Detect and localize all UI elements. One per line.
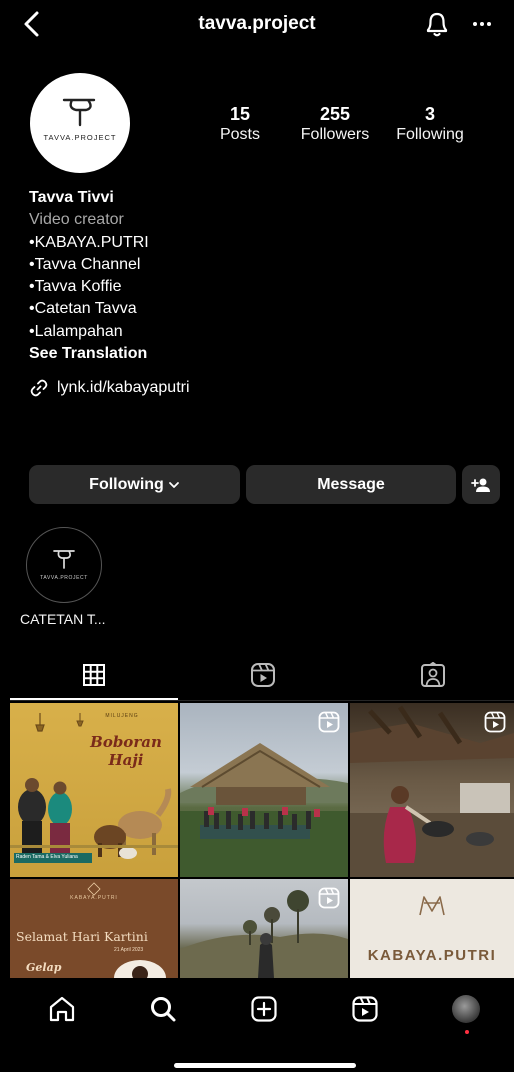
followers-value: 255 (319, 104, 351, 124)
tavva-logo (62, 98, 96, 127)
message-button[interactable]: Message (246, 465, 456, 504)
grid-post[interactable]: MILUJENG Boboran Haji Raden Tama & Elva … (10, 703, 178, 877)
bio-link-text: lynk.id/kabayaputri (57, 379, 190, 396)
profile-avatar[interactable]: TAVVA.PROJECT (30, 73, 130, 173)
avatar-logo-text: TAVVA.PROJECT (43, 133, 117, 142)
tagged-person-icon (421, 662, 445, 687)
reel-indicator-icon (318, 711, 340, 733)
nav-home[interactable] (45, 992, 79, 1026)
see-translation-link[interactable]: See Translation (29, 343, 149, 365)
reels-icon (352, 996, 378, 1022)
add-person-icon (471, 478, 490, 492)
tab-divider (10, 700, 514, 701)
grid-post[interactable] (180, 703, 348, 877)
highlight-cover: TAVVA.PROJECT (30, 531, 98, 599)
bio-line: •Tavva Koffie (29, 278, 122, 296)
bio-line: •Lalampahan (29, 322, 123, 340)
post-top-text: MILUJENG (105, 713, 139, 719)
notification-dot (465, 1030, 469, 1034)
notification-bell-icon[interactable] (423, 9, 451, 39)
grid-post[interactable]: KABAYA.PUTRI Selamat Hari Kartini 21 Apr… (10, 879, 178, 978)
link-icon (30, 379, 48, 397)
reel-indicator-icon (484, 711, 506, 733)
suggested-users-button[interactable] (462, 465, 500, 504)
post-caption: Raden Tama & Elva Yuliana (16, 854, 78, 860)
followers-label: Followers (300, 126, 370, 143)
posts-label: Posts (219, 126, 260, 143)
bio-line: •Catetan Tavva (29, 300, 137, 318)
nav-reels[interactable] (348, 992, 382, 1026)
following-button[interactable]: Following (29, 465, 240, 504)
create-post-icon (251, 996, 277, 1022)
posts-count[interactable]: 15 Posts (210, 103, 270, 145)
profile-bio: Tavva Tivvi Video creator •KABAYA.PUTRI … (29, 187, 149, 365)
message-button-label: Message (317, 475, 385, 493)
posts-value: 15 (229, 104, 251, 124)
post-artwork (87, 882, 166, 978)
tab-reels[interactable] (243, 660, 283, 690)
bio-line: •KABAYA.PUTRI (29, 233, 149, 251)
tab-tagged[interactable] (413, 660, 453, 690)
following-count[interactable]: 3 Following (390, 103, 470, 145)
story-highlight[interactable]: TAVVA.PROJECT (26, 527, 102, 603)
following-button-label: Following (89, 475, 164, 493)
bio-link[interactable]: lynk.id/kabayaputri (29, 378, 190, 398)
highlight-logo-text: TAVVA.PROJECT (40, 575, 88, 581)
search-icon (151, 997, 176, 1022)
following-value: 3 (424, 104, 435, 124)
bio-line: •Tavva Channel (29, 255, 141, 273)
home-icon (49, 996, 75, 1022)
grid-post[interactable] (180, 879, 348, 978)
post-title: Boboran Haji (90, 733, 162, 769)
active-tab-indicator (10, 698, 178, 700)
post-artwork (10, 713, 178, 863)
nav-profile[interactable] (449, 992, 483, 1026)
more-options-icon[interactable] (468, 13, 496, 35)
nav-create[interactable] (247, 992, 281, 1026)
post-brand: KABAYA.PUTRI (367, 947, 497, 964)
highlight-label: CATETAN T... (20, 611, 106, 627)
reels-icon (251, 663, 275, 687)
tab-posts-grid[interactable] (74, 660, 114, 690)
nav-search[interactable] (146, 992, 180, 1026)
followers-count[interactable]: 255 Followers (294, 103, 376, 145)
reel-indicator-icon (318, 887, 340, 909)
grid-post[interactable] (350, 703, 514, 877)
grid-post[interactable]: KABAYA.PUTRI (350, 879, 514, 978)
profile-category: Video creator (29, 211, 124, 229)
profile-avatar-small (452, 995, 480, 1023)
home-indicator (174, 1063, 356, 1068)
tavva-logo (53, 550, 75, 569)
chevron-down-icon (168, 481, 179, 488)
display-name: Tavva Tivvi (29, 189, 114, 206)
grid-icon (83, 664, 105, 686)
following-label: Following (396, 126, 464, 143)
